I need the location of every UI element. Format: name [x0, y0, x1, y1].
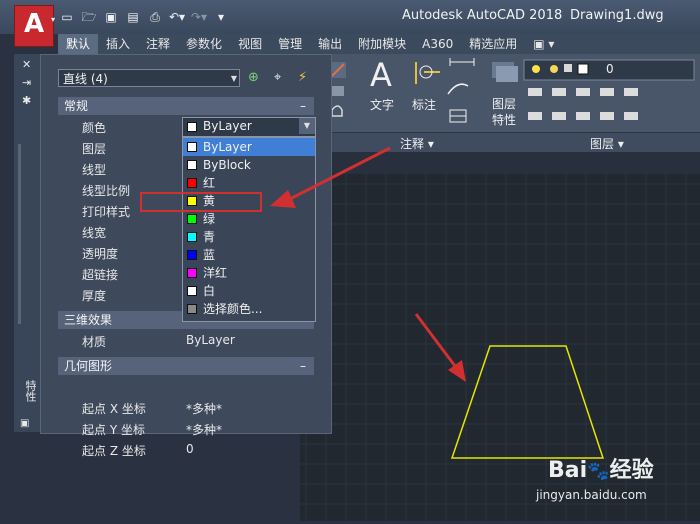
arrow-to-yellow — [270, 146, 391, 208]
watermark-brand: Bai🐾经验 — [548, 458, 654, 483]
trapezoid-shape — [450, 345, 605, 459]
overlay-graphics — [270, 146, 605, 459]
arrow-to-shape — [414, 313, 466, 382]
watermark-url: jingyan.baidu.com — [536, 488, 647, 502]
